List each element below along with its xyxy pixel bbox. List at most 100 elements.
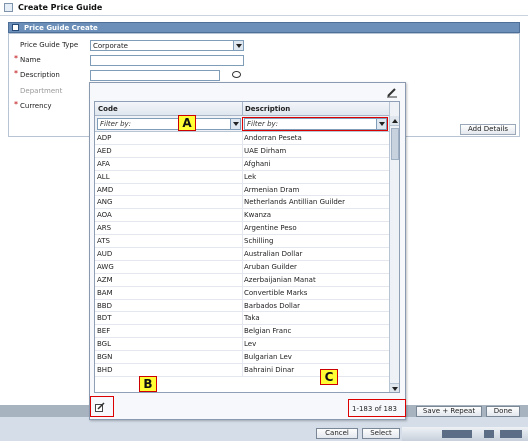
description-cell: Lev xyxy=(244,340,257,349)
name-input[interactable] xyxy=(90,55,244,66)
required-marker: * xyxy=(14,100,18,109)
code-cell: BAM xyxy=(97,288,113,297)
table-row[interactable]: BHD Bahraini Dinar xyxy=(95,364,389,378)
table-row[interactable]: AFA Afghani xyxy=(95,157,389,171)
callout-c: C xyxy=(320,369,338,385)
description-label: Description xyxy=(20,71,60,79)
code-cell: BGN xyxy=(97,353,113,362)
table-row[interactable]: ALL Lek xyxy=(95,170,389,184)
vertical-scrollbar[interactable] xyxy=(389,102,399,392)
code-cell: AMD xyxy=(97,185,114,194)
department-label: Department xyxy=(20,87,63,95)
table-row[interactable]: ADP Andorran Peseta xyxy=(95,132,389,145)
code-cell: ANG xyxy=(97,198,113,207)
callout-c-highlight xyxy=(348,399,406,417)
price-guide-type-select[interactable]: Corporate xyxy=(90,40,244,51)
table-row[interactable]: AZM Azerbaijanian Manat xyxy=(95,273,389,287)
dropdown-arrow-icon[interactable] xyxy=(233,41,243,50)
code-cell: ARS xyxy=(97,224,112,233)
description-cell: Armenian Dram xyxy=(244,185,300,194)
scroll-up-icon[interactable] xyxy=(390,116,399,126)
code-cell: ALL xyxy=(97,172,110,181)
description-cell: Aruban Guilder xyxy=(244,262,297,271)
description-cell: Bulgarian Lev xyxy=(244,353,292,362)
description-cell: Schilling xyxy=(244,237,274,246)
description-cell: UAE Dirham xyxy=(244,146,287,155)
code-cell: BBD xyxy=(97,301,112,310)
description-cell: Taka xyxy=(244,314,260,323)
table-row[interactable]: AMD Armenian Dram xyxy=(95,183,389,197)
scroll-thumb[interactable] xyxy=(391,128,399,160)
dropdown-arrow-icon[interactable] xyxy=(230,119,240,129)
table-row[interactable]: AOA Kwanza xyxy=(95,209,389,223)
price-guide-type-label: Price Guide Type xyxy=(20,41,79,49)
code-cell: AWG xyxy=(97,262,114,271)
currency-label: Currency xyxy=(20,102,52,110)
table-row[interactable]: ARS Argentine Peso xyxy=(95,222,389,236)
code-cell: BDT xyxy=(97,314,112,323)
column-header-description[interactable]: Description xyxy=(245,105,290,113)
done-button[interactable]: Done xyxy=(486,406,520,417)
app-icon xyxy=(4,3,13,12)
grid-rows: ADP Andorran Peseta AED UAE Dirham AFA Afghan… xyxy=(95,132,389,378)
window-title: Create Price Guide xyxy=(18,3,103,12)
table-row[interactable]: ANG Netherlands Antillian Guilder xyxy=(95,196,389,210)
name-label: Name xyxy=(20,56,41,64)
code-filter-select[interactable]: Filter by: xyxy=(97,118,241,130)
callout-a: A xyxy=(178,115,196,131)
description-cell: Bahraini Dinar xyxy=(244,366,295,375)
section-header[interactable]: Price Guide Create xyxy=(8,22,520,33)
description-cell: Kwanza xyxy=(244,211,272,220)
cancel-button[interactable]: Cancel xyxy=(316,428,358,439)
description-cell: Belgian Franc xyxy=(244,327,292,336)
code-cell: AFA xyxy=(97,159,110,168)
required-marker: * xyxy=(14,69,18,78)
code-cell: BGL xyxy=(97,340,112,349)
description-cell: Argentine Peso xyxy=(244,224,297,233)
comment-icon[interactable] xyxy=(232,71,241,78)
description-cell: Azerbaijanian Manat xyxy=(244,275,316,284)
table-row[interactable]: BAM Convertible Marks xyxy=(95,286,389,300)
add-details-button[interactable]: Add Details xyxy=(460,124,516,135)
code-cell: ATS xyxy=(97,237,110,246)
required-marker: * xyxy=(14,54,18,63)
scroll-down-icon[interactable] xyxy=(390,383,399,392)
save-repeat-button[interactable]: Save + Repeat xyxy=(416,406,482,417)
code-cell: BEF xyxy=(97,327,111,336)
table-row[interactable]: BGN Bulgarian Lev xyxy=(95,351,389,365)
description-cell: Australian Dollar xyxy=(244,250,303,259)
status-strip xyxy=(402,427,528,441)
table-row[interactable]: ATS Schilling xyxy=(95,235,389,249)
table-row[interactable]: BGL Lev xyxy=(95,338,389,352)
table-row[interactable]: AED UAE Dirham xyxy=(95,144,389,158)
currency-grid: Code Description Filter by: Filter by: A… xyxy=(94,101,400,393)
code-cell: AZM xyxy=(97,275,113,284)
code-cell: AUD xyxy=(97,250,113,259)
callout-b: B xyxy=(139,376,157,392)
collapse-icon[interactable] xyxy=(12,24,19,31)
description-cell: Afghani xyxy=(244,159,271,168)
code-cell: AED xyxy=(97,146,112,155)
description-input[interactable] xyxy=(90,70,220,81)
table-row[interactable]: BBD Barbados Dollar xyxy=(95,299,389,313)
callout-a-highlight xyxy=(242,117,388,131)
description-cell: Lek xyxy=(244,172,257,181)
callout-b-highlight xyxy=(90,396,114,417)
table-row[interactable]: BEF Belgian Franc xyxy=(95,325,389,339)
code-cell: ADP xyxy=(97,134,112,142)
description-cell: Convertible Marks xyxy=(244,288,308,297)
column-header-code[interactable]: Code xyxy=(98,105,118,113)
table-row[interactable]: AUD Australian Dollar xyxy=(95,248,389,262)
table-row[interactable]: AWG Aruban Guilder xyxy=(95,260,389,274)
select-button[interactable]: Select xyxy=(362,428,400,439)
section-title: Price Guide Create xyxy=(24,24,98,32)
description-cell: Netherlands Antillian Guilder xyxy=(244,198,345,207)
pencil-icon[interactable] xyxy=(386,87,398,98)
table-row[interactable]: BDT Taka xyxy=(95,312,389,326)
description-cell: Barbados Dollar xyxy=(244,301,301,310)
window-title-bar: Create Price Guide xyxy=(0,0,528,16)
description-cell: Andorran Peseta xyxy=(244,134,302,142)
code-cell: AOA xyxy=(97,211,112,220)
code-cell: BHD xyxy=(97,366,113,375)
filter-placeholder: Filter by: xyxy=(100,120,132,128)
